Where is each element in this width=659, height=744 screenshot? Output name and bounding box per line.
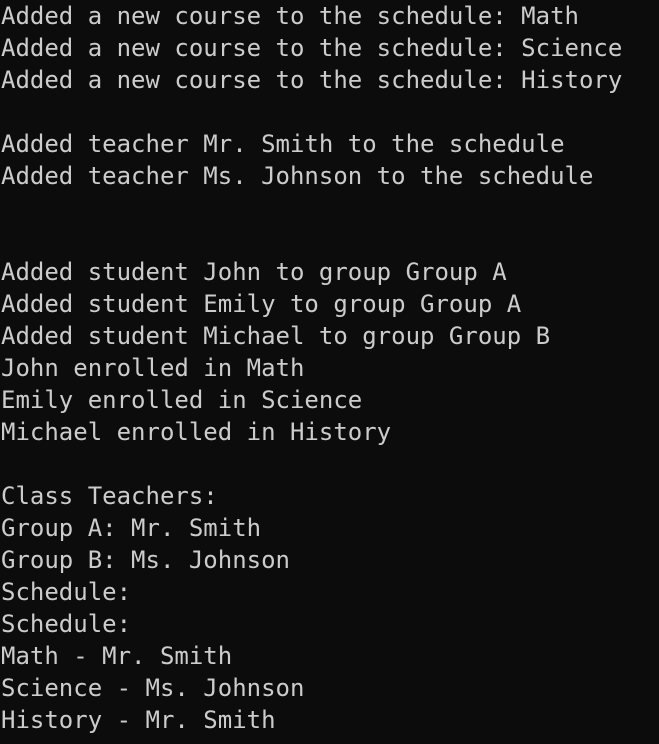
console-line: Emily enrolled in Science	[1, 386, 363, 414]
console-output: Added a new course to the schedule: Math…	[0, 0, 659, 744]
console-line: Michael enrolled in History	[1, 418, 392, 446]
console-line: John enrolled in Math	[1, 354, 305, 382]
console-line: Group A: Mr. Smith	[1, 514, 262, 542]
console-line: Schedule:	[1, 610, 132, 638]
console-line: Math - Mr. Smith	[1, 642, 233, 670]
console-line: Added a new course to the schedule: Math	[1, 2, 579, 30]
console-line: Schedule:	[1, 578, 132, 606]
console-line: Added student John to group Group A	[1, 258, 507, 286]
console-line: Added student Michael to group Group B	[1, 322, 551, 350]
console-line: Added student Emily to group Group A	[1, 290, 522, 318]
console-line: Added teacher Mr. Smith to the schedule	[1, 130, 565, 158]
console-line: History - Mr. Smith	[1, 706, 276, 734]
console-line: Class Teachers:	[1, 482, 218, 510]
console-line: Group B: Ms. Johnson	[1, 546, 290, 574]
console-line: Added a new course to the schedule: Scie…	[1, 34, 623, 62]
console-line: Science - Ms. Johnson	[1, 674, 305, 702]
console-line: Added teacher Ms. Johnson to the schedul…	[1, 162, 594, 190]
console-line: Added a new course to the schedule: Hist…	[1, 66, 623, 94]
